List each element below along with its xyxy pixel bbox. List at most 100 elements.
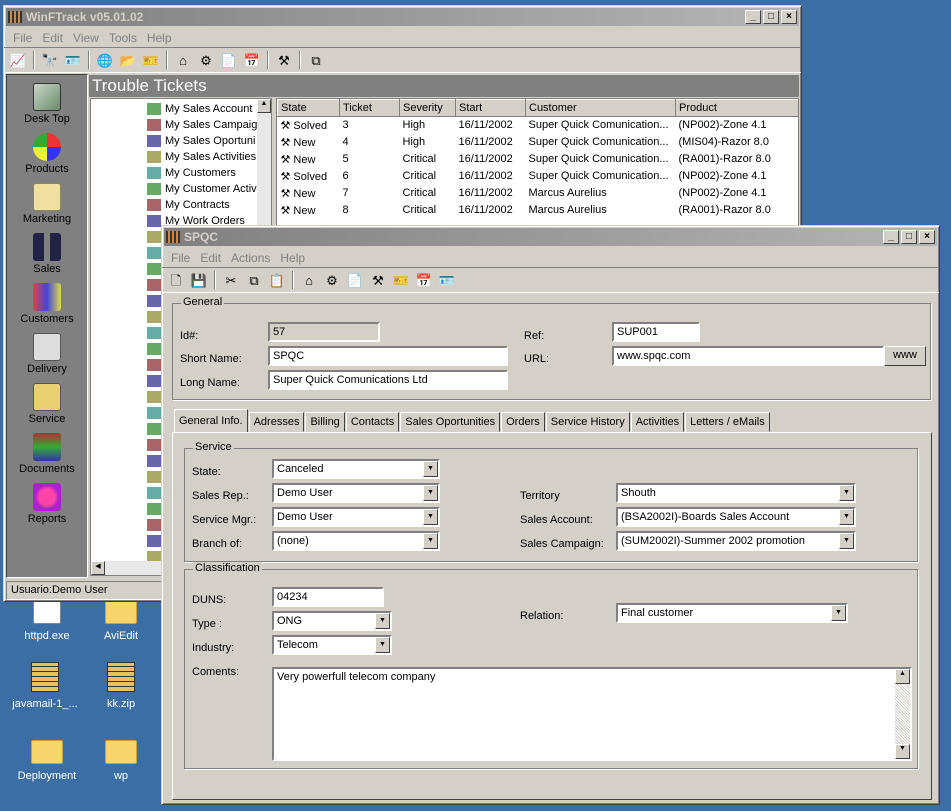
globe-icon[interactable]: 🌐 [95, 50, 115, 70]
scroll-up-button[interactable]: ▲ [257, 99, 271, 113]
minimize-button[interactable]: _ [745, 10, 761, 24]
tree-item[interactable]: My Sales Campaig [147, 117, 257, 133]
tab-5[interactable]: Orders [501, 412, 545, 432]
menu-view[interactable]: View [68, 31, 104, 45]
tree-item[interactable]: My Customer Activ [147, 181, 257, 197]
branch-combo[interactable]: (none) ▼ [272, 531, 440, 551]
sidebar-item-desktop[interactable]: Desk Top [7, 75, 87, 125]
chevron-down-icon[interactable]: ▼ [423, 485, 438, 501]
state-combo[interactable]: Canceled ▼ [272, 459, 440, 479]
tree-item[interactable]: My Sales Activities [147, 149, 257, 165]
calendar-icon[interactable]: 📅 [414, 270, 434, 290]
scroll-up-button[interactable]: ▲ [895, 669, 910, 684]
relation-combo[interactable]: Final customer ▼ [616, 603, 848, 623]
tree-item[interactable]: My Customers [147, 165, 257, 181]
chevron-down-icon[interactable]: ▼ [839, 485, 854, 501]
save-icon[interactable]: 💾 [189, 270, 209, 290]
menu-help[interactable]: Help [275, 251, 310, 265]
maximize-button[interactable]: □ [901, 230, 917, 244]
tab-1[interactable]: Adresses [248, 412, 305, 432]
service-mgr-combo[interactable]: Demo User ▼ [272, 507, 440, 527]
col-start[interactable]: Start [455, 99, 526, 117]
chart-icon[interactable]: 📈 [8, 50, 28, 70]
ref-field[interactable]: SUP001 [612, 322, 700, 342]
home-icon[interactable]: ⌂ [299, 270, 319, 290]
tree-item[interactable]: My Sales Account [147, 101, 257, 117]
home-icon[interactable]: ⌂ [173, 50, 193, 70]
scroll-down-button[interactable]: ▼ [895, 744, 910, 759]
sidebar-item-products[interactable]: Products [7, 125, 87, 175]
chevron-down-icon[interactable]: ▼ [375, 613, 390, 629]
desktop-icon-wp[interactable]: wp [86, 740, 156, 782]
table-row[interactable]: ⚒ New 7 Critical 16/11/2002 Marcus Aurelius(… [278, 185, 799, 202]
tools-icon[interactable]: ⚒ [368, 270, 388, 290]
chevron-down-icon[interactable]: ▼ [839, 533, 854, 549]
scroll-left-button[interactable]: ◀ [91, 561, 105, 575]
chevron-down-icon[interactable]: ▼ [423, 461, 438, 477]
menu-actions[interactable]: Actions [226, 251, 275, 265]
menu-tools[interactable]: Tools [104, 31, 142, 45]
chevron-down-icon[interactable]: ▼ [375, 637, 390, 653]
tab-3[interactable]: Contacts [345, 412, 400, 432]
minimize-button[interactable]: _ [883, 230, 899, 244]
sales-account-combo[interactable]: (BSA2002I)-Boards Sales Account ▼ [616, 507, 856, 527]
tab-6[interactable]: Service History [545, 412, 630, 432]
sales-rep-combo[interactable]: Demo User ▼ [272, 483, 440, 503]
table-row[interactable]: ⚒ New 4 High 16/11/2002 Super Quick Comunica… [278, 134, 799, 151]
chevron-down-icon[interactable]: ▼ [831, 605, 846, 621]
tab-7[interactable]: Activities [630, 412, 685, 432]
long-name-field[interactable]: Super Quick Comunications Ltd [268, 370, 508, 390]
document-icon[interactable]: 📄 [219, 50, 239, 70]
desktop-icon-javamail[interactable]: javamail-1_... [10, 662, 80, 710]
duns-field[interactable]: 04234 [272, 587, 384, 607]
sidebar-item-delivery[interactable]: Delivery [7, 325, 87, 375]
chevron-down-icon[interactable]: ▼ [839, 509, 854, 525]
territory-combo[interactable]: Shouth ▼ [616, 483, 856, 503]
industry-combo[interactable]: Telecom ▼ [272, 635, 392, 655]
type-combo[interactable]: ONG ▼ [272, 611, 392, 631]
copy-icon[interactable]: ⧉ [306, 50, 326, 70]
menu-edit[interactable]: Edit [195, 251, 226, 265]
menu-help[interactable]: Help [142, 31, 177, 45]
tree-item[interactable]: My Sales Oportuni [147, 133, 257, 149]
main-titlebar[interactable]: WinFTrack v05.01.02 _ □ × [6, 8, 799, 26]
table-row[interactable]: ⚒ New 5 Critical 16/11/2002 Super Quick Comu… [278, 151, 799, 168]
table-row[interactable]: ⚒ Solved 6 Critical 16/11/2002 Super Quick C… [278, 168, 799, 185]
calendar-icon[interactable]: 📅 [242, 50, 262, 70]
maximize-button[interactable]: □ [763, 10, 779, 24]
folder-star-icon[interactable]: 📂 [118, 50, 138, 70]
paste-icon[interactable]: 📋 [267, 270, 287, 290]
chevron-down-icon[interactable]: ▼ [423, 509, 438, 525]
close-button[interactable]: × [919, 230, 935, 244]
chevron-down-icon[interactable]: ▼ [423, 533, 438, 549]
table-row[interactable]: ⚒ New 8 Critical 16/11/2002 Marcus Aurelius(… [278, 202, 799, 219]
close-button[interactable]: × [781, 10, 797, 24]
gear-icon[interactable]: ⚙ [322, 270, 342, 290]
cut-icon[interactable]: ✂ [221, 270, 241, 290]
desktop-icon-deployment[interactable]: Deployment [12, 740, 82, 782]
desktop-icon-aviedit[interactable]: AviEdit [86, 600, 156, 642]
comments-textarea[interactable]: Very powerfull telecom company ▲ ▼ [272, 667, 912, 761]
tickets-icon[interactable]: 🎫 [141, 50, 161, 70]
tickets-icon[interactable]: 🎫 [391, 270, 411, 290]
col-ticket[interactable]: Ticket [339, 99, 400, 117]
desktop-icon-kkzip[interactable]: kk.zip [86, 662, 156, 710]
desktop-icon-httpd[interactable]: httpd.exe [12, 600, 82, 642]
www-button[interactable]: www [884, 346, 926, 366]
card-icon[interactable]: 🪪 [437, 270, 457, 290]
col-product[interactable]: Product [675, 99, 798, 117]
url-field[interactable]: www.spqc.com [612, 346, 884, 366]
document-icon[interactable]: 📄 [345, 270, 365, 290]
sidebar-item-service[interactable]: Service [7, 375, 87, 425]
sidebar-item-documents[interactable]: Documents [7, 425, 87, 475]
card-icon[interactable]: 🪪 [63, 50, 83, 70]
sidebar-item-marketing[interactable]: Marketing [7, 175, 87, 225]
menu-edit[interactable]: Edit [37, 31, 68, 45]
sidebar-item-reports[interactable]: Reports [7, 475, 87, 525]
tab-2[interactable]: Billing [305, 412, 345, 432]
sidebar-item-customers[interactable]: Customers [7, 275, 87, 325]
sales-campaign-combo[interactable]: (SUM2002I)-Summer 2002 promotion ▼ [616, 531, 856, 551]
binoculars-icon[interactable]: 🔭 [40, 50, 60, 70]
sidebar-item-sales[interactable]: Sales [7, 225, 87, 275]
gear-icon[interactable]: ⚙ [196, 50, 216, 70]
